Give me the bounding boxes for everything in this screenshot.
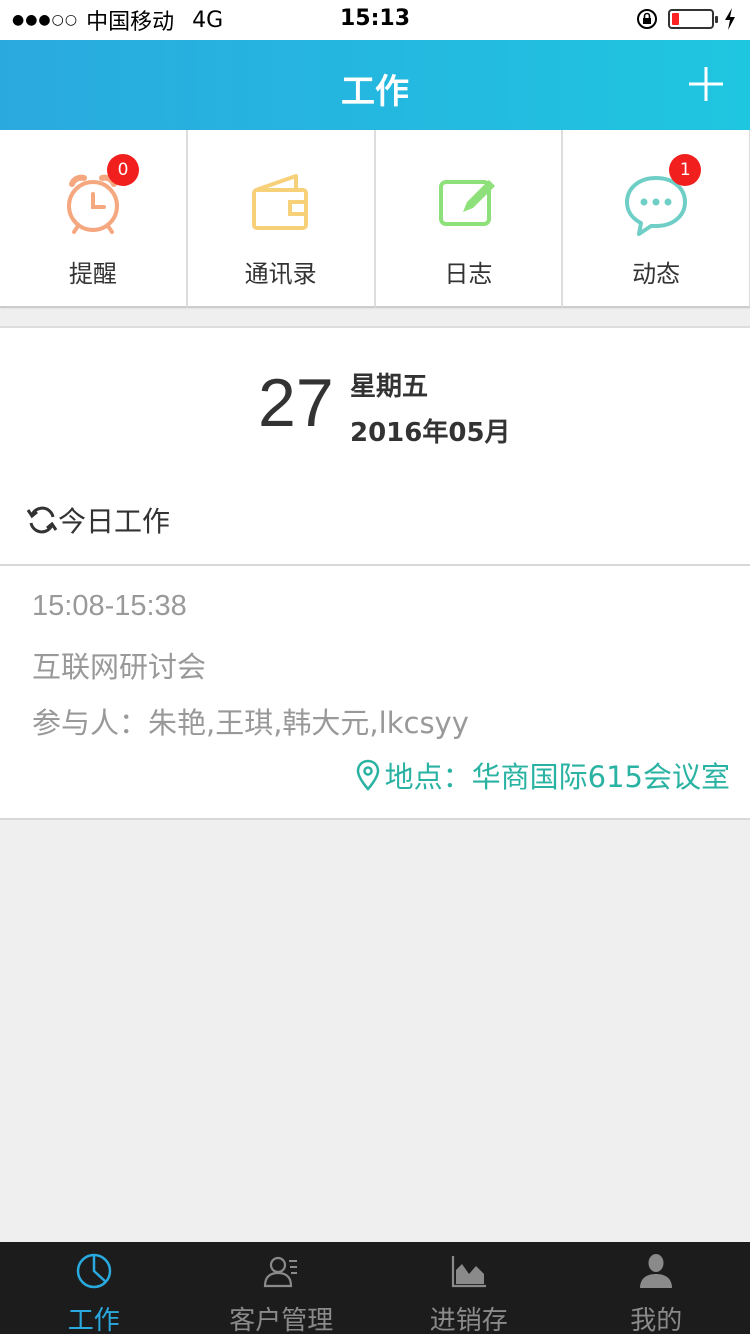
quick-item-label: 提醒 [68,260,117,288]
charging-bolt-icon [725,8,735,30]
event-location[interactable]: 地点：华商国际615会议室 [355,754,730,796]
add-button[interactable] [686,64,726,104]
refresh-icon [26,506,58,534]
quick-item-label: 通讯录 [244,260,317,288]
location-pin-icon [356,759,379,791]
pie-chart-icon [76,1253,111,1289]
bottom-tab-bar: 工作 客户管理 进销存 我的 [0,1242,750,1334]
quick-item-label: 日志 [444,260,493,288]
quick-item-contacts[interactable]: 通讯录 [187,130,376,308]
tab-label: 我的 [630,1306,683,1334]
quick-item-updates[interactable]: 1 动态 [563,130,750,308]
event-time: 15:08-15:38 [32,590,187,622]
date-card: 27 星期五 2016年05月 今日工作 [0,326,750,566]
contact-card-icon [264,1256,298,1288]
status-bar: ●●●○○ 中国移动 4G 15:13 [0,0,750,40]
page-title: 工作 [341,72,409,112]
quick-item-label: 动态 [632,260,681,288]
today-work-refresh[interactable]: 今日工作 [26,500,170,540]
nav-bar: 工作 [0,40,750,130]
tab-me[interactable]: 我的 [563,1242,750,1334]
year-month: 2016年05月 [350,418,511,448]
quick-item-log[interactable]: 日志 [375,130,564,308]
reminder-badge: 0 [107,154,139,186]
day-number: 27 [258,365,334,441]
tab-work[interactable]: 工作 [0,1242,188,1334]
tab-label: 工作 [67,1306,120,1334]
weekday: 星期五 [350,372,429,402]
person-icon [640,1254,673,1288]
event-title: 互联网研讨会 [32,650,207,684]
event-card[interactable]: 15:08-15:38 互联网研讨会 参与人：朱艳,王琪,韩大元,lkcsyy … [0,566,750,820]
tab-customers[interactable]: 客户管理 [188,1242,376,1334]
battery-icon [668,9,718,29]
event-participants: 参与人：朱艳,王琪,韩大元,lkcsyy [32,706,469,740]
area-chart-icon [451,1256,486,1288]
status-right [636,8,736,30]
quick-action-grid: 0 提醒 通讯录 日志 1 动态 [0,130,750,308]
today-work-label: 今日工作 [58,505,171,538]
event-location-text: 地点：华商国际615会议室 [384,760,730,794]
edit-note-icon [439,180,496,226]
wallet-icon [251,174,308,230]
tab-label: 客户管理 [229,1306,334,1334]
rotation-lock-icon [637,9,657,29]
updates-badge: 1 [669,154,702,186]
quick-item-reminder[interactable]: 0 提醒 [0,130,188,308]
tab-inventory[interactable]: 进销存 [375,1242,563,1334]
tab-label: 进销存 [429,1306,508,1334]
